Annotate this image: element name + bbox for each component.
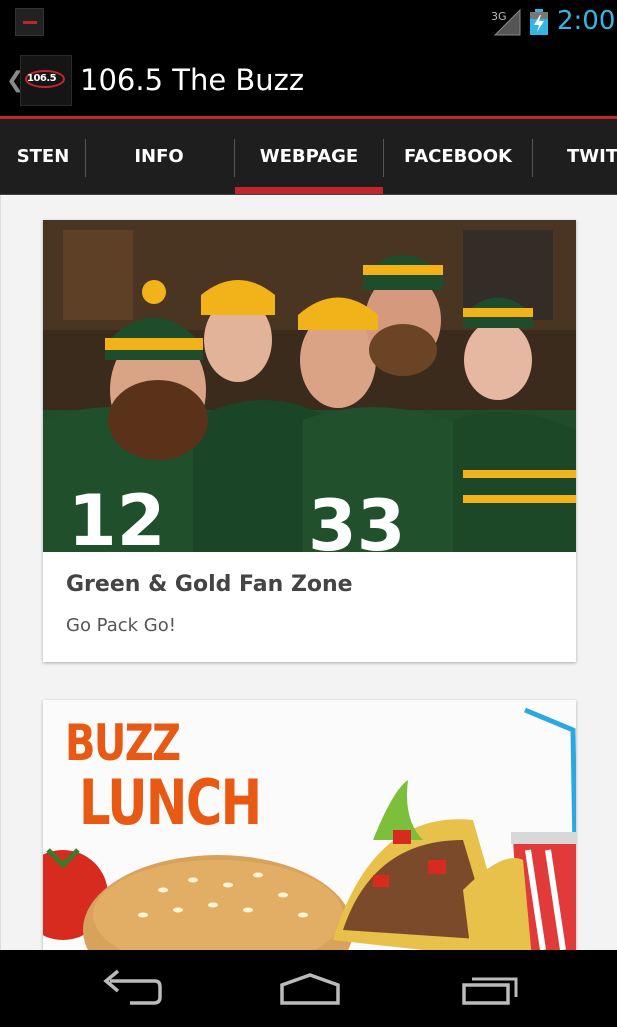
food-illustration xyxy=(43,707,576,950)
tab-selected-indicator xyxy=(235,187,383,194)
content-card[interactable]: 12 33 Green & Gold Fan Zone Go Pack Go! xyxy=(43,220,576,662)
clock: 2:00 xyxy=(557,6,616,36)
battery-charging-icon xyxy=(530,9,548,35)
status-bar: 3G 2:00 xyxy=(0,0,617,44)
home-icon[interactable] xyxy=(270,967,350,1011)
recents-icon[interactable] xyxy=(452,967,532,1011)
tab-facebook[interactable]: FACEBOOK xyxy=(384,119,532,194)
svg-text:33: 33 xyxy=(308,485,405,552)
action-bar: ❮ 106.5 106.5 The Buzz xyxy=(0,44,617,119)
back-icon[interactable] xyxy=(90,967,170,1011)
app-title: 106.5 The Buzz xyxy=(80,63,305,97)
fans-photo-illustration: 12 33 xyxy=(43,220,576,552)
navigation-bar xyxy=(0,950,617,1027)
notification-icon xyxy=(15,8,44,36)
tab-bar: STEN INFO WEBPAGE FACEBOOK TWITT xyxy=(0,119,617,195)
tab-info[interactable]: INFO xyxy=(85,119,233,194)
buzz-lunch-image: BUZZ LUNCH xyxy=(43,700,576,950)
signal-icon: 3G xyxy=(491,8,521,36)
card-title[interactable]: Green & Gold Fan Zone xyxy=(66,572,353,597)
logo-text: 106.5 xyxy=(27,73,57,84)
content-card[interactable]: BUZZ LUNCH xyxy=(43,700,576,950)
tab-label: STEN xyxy=(16,146,70,167)
app-logo[interactable]: 106.5 xyxy=(20,55,72,106)
tab-label: TWITT xyxy=(567,146,617,167)
tab-twitter[interactable]: TWITT xyxy=(533,119,617,194)
tab-label: WEBPAGE xyxy=(259,146,359,167)
tab-webpage[interactable]: WEBPAGE xyxy=(235,119,383,194)
tab-label: FACEBOOK xyxy=(404,146,512,167)
card-subtitle: Go Pack Go! xyxy=(66,615,176,636)
tab-label: INFO xyxy=(134,146,184,167)
tab-listen[interactable]: STEN xyxy=(0,119,84,194)
webpage-content[interactable]: 12 33 Green & Gold Fan Zone Go Pack Go! … xyxy=(0,195,617,950)
svg-text:12: 12 xyxy=(68,480,165,552)
fans-photo: 12 33 xyxy=(43,220,576,552)
network-type: 3G xyxy=(491,10,507,23)
